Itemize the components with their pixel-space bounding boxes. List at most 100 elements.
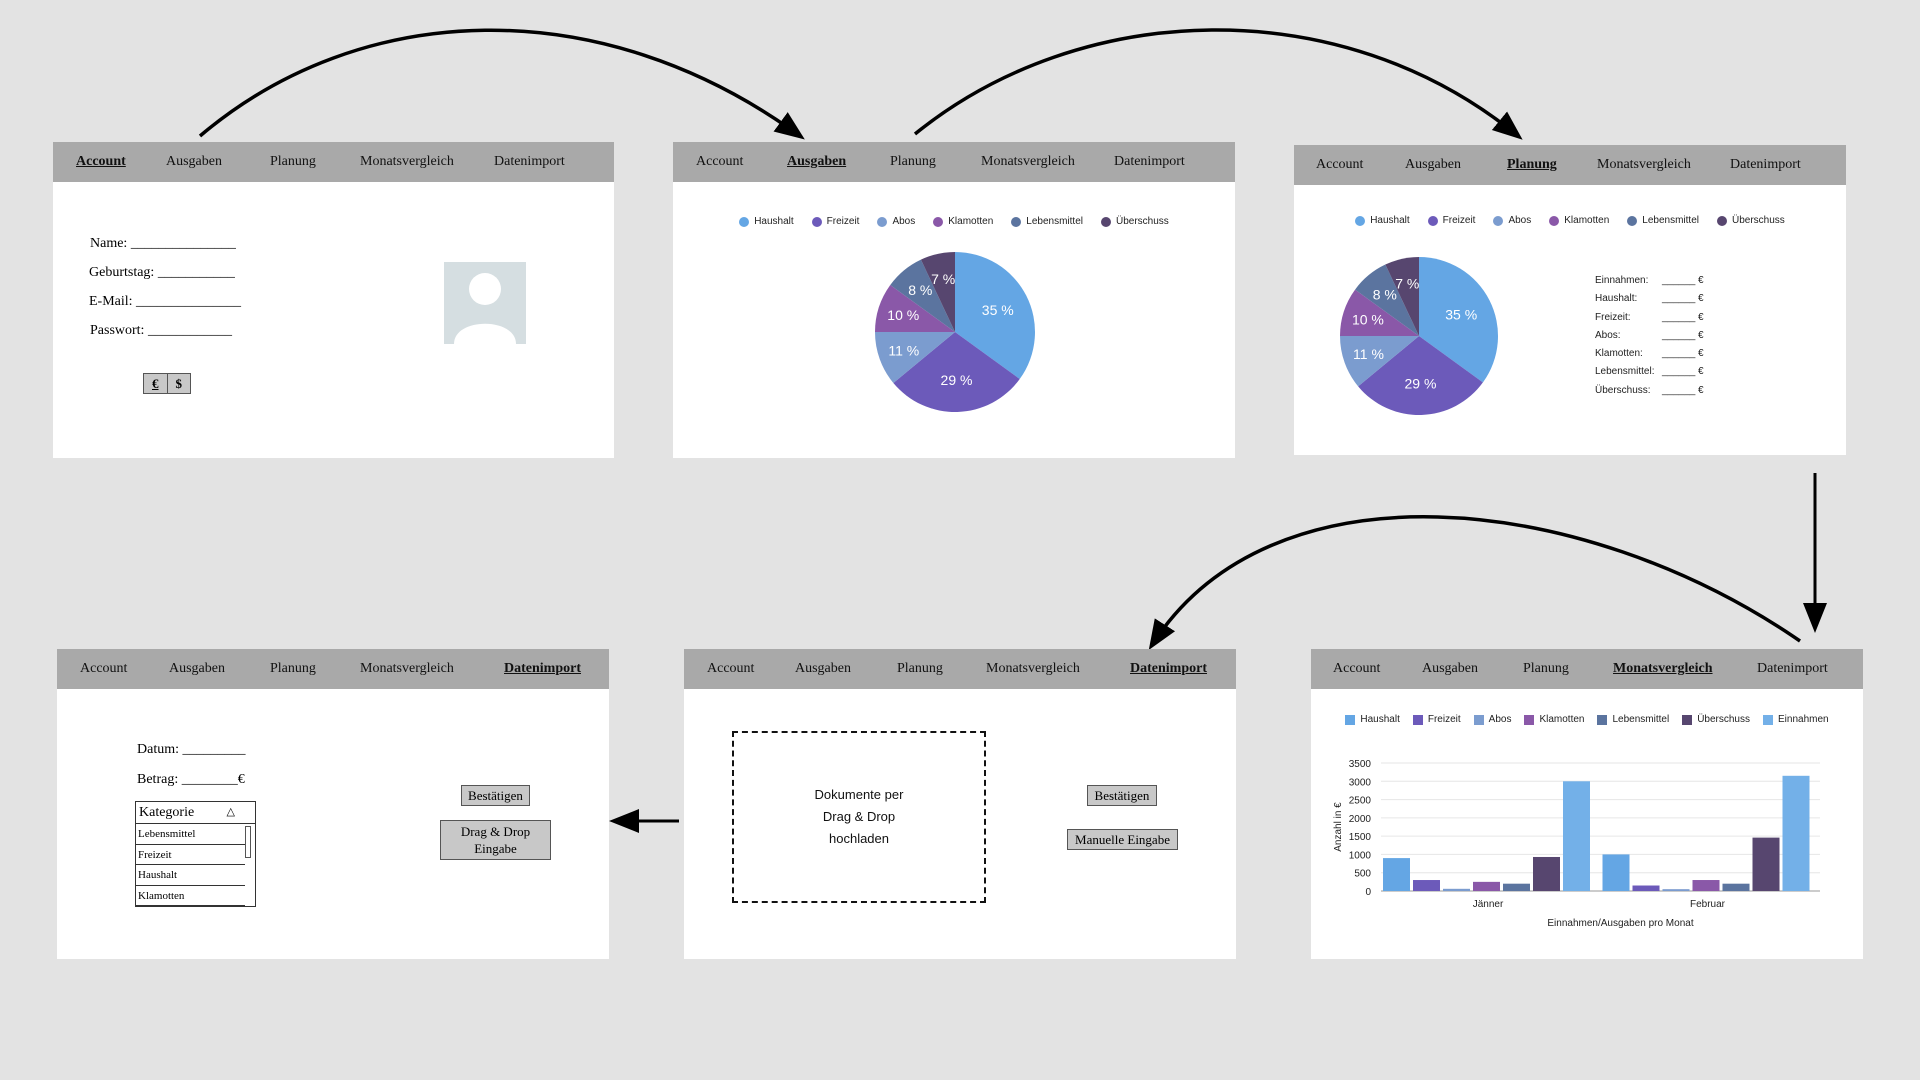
triangle-up-icon[interactable]: △ xyxy=(227,802,235,823)
nav-datenimport[interactable]: Datenimport xyxy=(1130,649,1207,689)
nav-planung[interactable]: Planung xyxy=(270,649,316,689)
confirm-button[interactable]: Bestätigen xyxy=(1087,785,1157,806)
budget-input-row[interactable]: Abos: ______ € xyxy=(1595,329,1704,348)
dollar-option[interactable]: $ xyxy=(168,374,191,393)
budget-unit: € xyxy=(1698,366,1704,378)
name-field[interactable]: Name: _______________ xyxy=(90,236,236,252)
confirm-button[interactable]: Bestätigen xyxy=(461,785,530,806)
nav-monatsvergleich[interactable]: Monatsvergleich xyxy=(986,649,1080,689)
nav-bar: Account Ausgaben Planung Monatsvergleich… xyxy=(684,649,1236,689)
y-tick-label: 3500 xyxy=(1349,759,1372,770)
pie-data-label: 35 % xyxy=(1445,306,1477,322)
planning-pie-chart: 35 % 29 % 11 % 10 % 8 %7 % xyxy=(1340,257,1498,415)
frame-datenimport: Account Ausgaben Planung Monatsvergleich… xyxy=(684,649,1236,959)
budget-line: ______ xyxy=(1662,366,1696,378)
monthly-bar-chart: 0 500 1000 1500 2000 2500 3000 3500 Jänner Februa… xyxy=(1333,759,1820,929)
euro-option[interactable]: € xyxy=(144,374,168,393)
arrow-ausgaben-to-planung xyxy=(913,28,1523,140)
x-axis-title: Einnahmen/Ausgaben pro Monat xyxy=(1547,918,1693,929)
nav-planung[interactable]: Planung xyxy=(897,649,943,689)
budget-label: Abos: xyxy=(1595,329,1621,341)
category-option[interactable]: Lebensmittel xyxy=(136,824,245,845)
category-option[interactable]: Haushalt xyxy=(136,865,245,886)
budget-input-row[interactable]: Überschuss: ______ € xyxy=(1595,384,1704,403)
y-tick-label: 500 xyxy=(1354,869,1371,880)
budget-line: ______ xyxy=(1662,384,1696,396)
category-option[interactable]: Klamotten xyxy=(136,886,245,906)
nav-monatsvergleich[interactable]: Monatsvergleich xyxy=(981,142,1075,182)
nav-datenimport[interactable]: Datenimport xyxy=(1730,145,1801,185)
nav-ausgaben[interactable]: Ausgaben xyxy=(169,649,225,689)
nav-planung[interactable]: Planung xyxy=(890,142,936,182)
pie-data-label: 11 % xyxy=(1353,346,1384,362)
pie-data-label: 7 % xyxy=(1395,276,1419,292)
password-field[interactable]: Passwort: ____________ xyxy=(90,323,232,339)
manual-entry-button[interactable]: Manuelle Eingabe xyxy=(1067,829,1178,850)
nav-account[interactable]: Account xyxy=(1333,649,1380,689)
nav-account[interactable]: Account xyxy=(696,142,743,182)
nav-monatsvergleich[interactable]: Monatsvergleich xyxy=(360,649,454,689)
nav-monatsvergleich[interactable]: Monatsvergleich xyxy=(1597,145,1691,185)
nav-datenimport[interactable]: Datenimport xyxy=(494,142,565,182)
budget-input-row[interactable]: Haushalt: ______ € xyxy=(1595,293,1704,311)
nav-datenimport[interactable]: Datenimport xyxy=(504,649,581,689)
category-option[interactable]: Freizeit xyxy=(136,845,245,865)
nav-monatsvergleich[interactable]: Monatsvergleich xyxy=(360,142,454,182)
budget-label: Haushalt: xyxy=(1595,293,1638,305)
y-tick-label: 2000 xyxy=(1349,814,1372,825)
nav-ausgaben[interactable]: Ausgaben xyxy=(1422,649,1478,689)
pie-data-label: 7 % xyxy=(931,271,955,287)
dropzone[interactable]: Dokumente per Drag & Drop hochladen xyxy=(732,731,986,903)
nav-ausgaben[interactable]: Ausgaben xyxy=(166,142,222,182)
budget-unit: € xyxy=(1698,293,1704,305)
bar-freizeit xyxy=(1413,880,1440,891)
nav-ausgaben[interactable]: Ausgaben xyxy=(795,649,851,689)
nav-account[interactable]: Account xyxy=(707,649,754,689)
y-tick-label: 1000 xyxy=(1349,850,1372,861)
pie-data-label: 29 % xyxy=(1405,375,1437,391)
bar-haushalt xyxy=(1383,858,1410,891)
nav-account[interactable]: Account xyxy=(76,142,126,182)
nav-account[interactable]: Account xyxy=(1316,145,1363,185)
budget-input-row[interactable]: Einnahmen: ______ € xyxy=(1595,275,1704,293)
nav-bar: Account Ausgaben Planung Monatsvergleich… xyxy=(1294,145,1846,185)
budget-input-row[interactable]: Freizeit: ______ € xyxy=(1595,311,1704,330)
currency-toggle[interactable]: € $ xyxy=(143,373,191,394)
category-dropdown[interactable]: Kategorie △ Lebensmittel Freizeit Haushalt… xyxy=(135,801,256,907)
budget-input-row[interactable]: Lebensmittel: ______ € xyxy=(1595,366,1704,384)
nav-ausgaben[interactable]: Ausgaben xyxy=(787,142,846,182)
nav-planung[interactable]: Planung xyxy=(1507,145,1557,185)
legend-dot xyxy=(1716,215,1727,226)
budget-line: ______ xyxy=(1662,275,1696,286)
budget-label: Lebensmittel: xyxy=(1595,366,1655,378)
nav-bar: Account Ausgaben Planung Monatsvergleich… xyxy=(53,142,614,182)
category-list: Lebensmittel Freizeit Haushalt Klamotten xyxy=(136,824,255,906)
nav-ausgaben[interactable]: Ausgaben xyxy=(1405,145,1461,185)
nav-datenimport[interactable]: Datenimport xyxy=(1114,142,1185,182)
nav-monatsvergleich[interactable]: Monatsvergleich xyxy=(1613,649,1713,689)
frame-manual-entry: Account Ausgaben Planung Monatsvergleich… xyxy=(57,649,609,959)
amount-field[interactable]: Betrag: ________€ xyxy=(137,772,245,788)
legend-label: Überschuss xyxy=(1731,215,1785,226)
budget-line: ______ xyxy=(1662,311,1696,323)
email-field[interactable]: E-Mail: _______________ xyxy=(89,294,241,310)
budget-input-row[interactable]: Klamotten: ______ € xyxy=(1595,348,1704,366)
budget-label: Überschuss: xyxy=(1595,384,1651,396)
nav-planung[interactable]: Planung xyxy=(270,142,316,182)
x-tick-label: Februar xyxy=(1690,899,1726,910)
y-tick-label: 0 xyxy=(1365,887,1371,898)
category-header[interactable]: Kategorie △ xyxy=(136,802,255,824)
x-tick-label: Jänner xyxy=(1473,899,1504,910)
pie-data-label: 10 % xyxy=(887,307,919,323)
dropdown-scrollbar[interactable] xyxy=(245,826,251,858)
dragdrop-entry-button[interactable]: Drag & Drop Eingabe xyxy=(440,820,551,860)
nav-bar: Account Ausgaben Planung Monatsvergleich… xyxy=(1311,649,1863,689)
datenimport-content: Dokumente per Drag & Drop hochladen Best… xyxy=(684,689,1236,959)
nav-datenimport[interactable]: Datenimport xyxy=(1757,649,1828,689)
nav-planung[interactable]: Planung xyxy=(1523,649,1569,689)
date-field[interactable]: Datum: _________ xyxy=(137,742,246,758)
nav-account[interactable]: Account xyxy=(80,649,127,689)
birthday-field[interactable]: Geburtstag: ___________ xyxy=(89,265,235,281)
budget-label: Freizeit: xyxy=(1595,311,1631,323)
budget-line: ______ xyxy=(1662,348,1696,360)
